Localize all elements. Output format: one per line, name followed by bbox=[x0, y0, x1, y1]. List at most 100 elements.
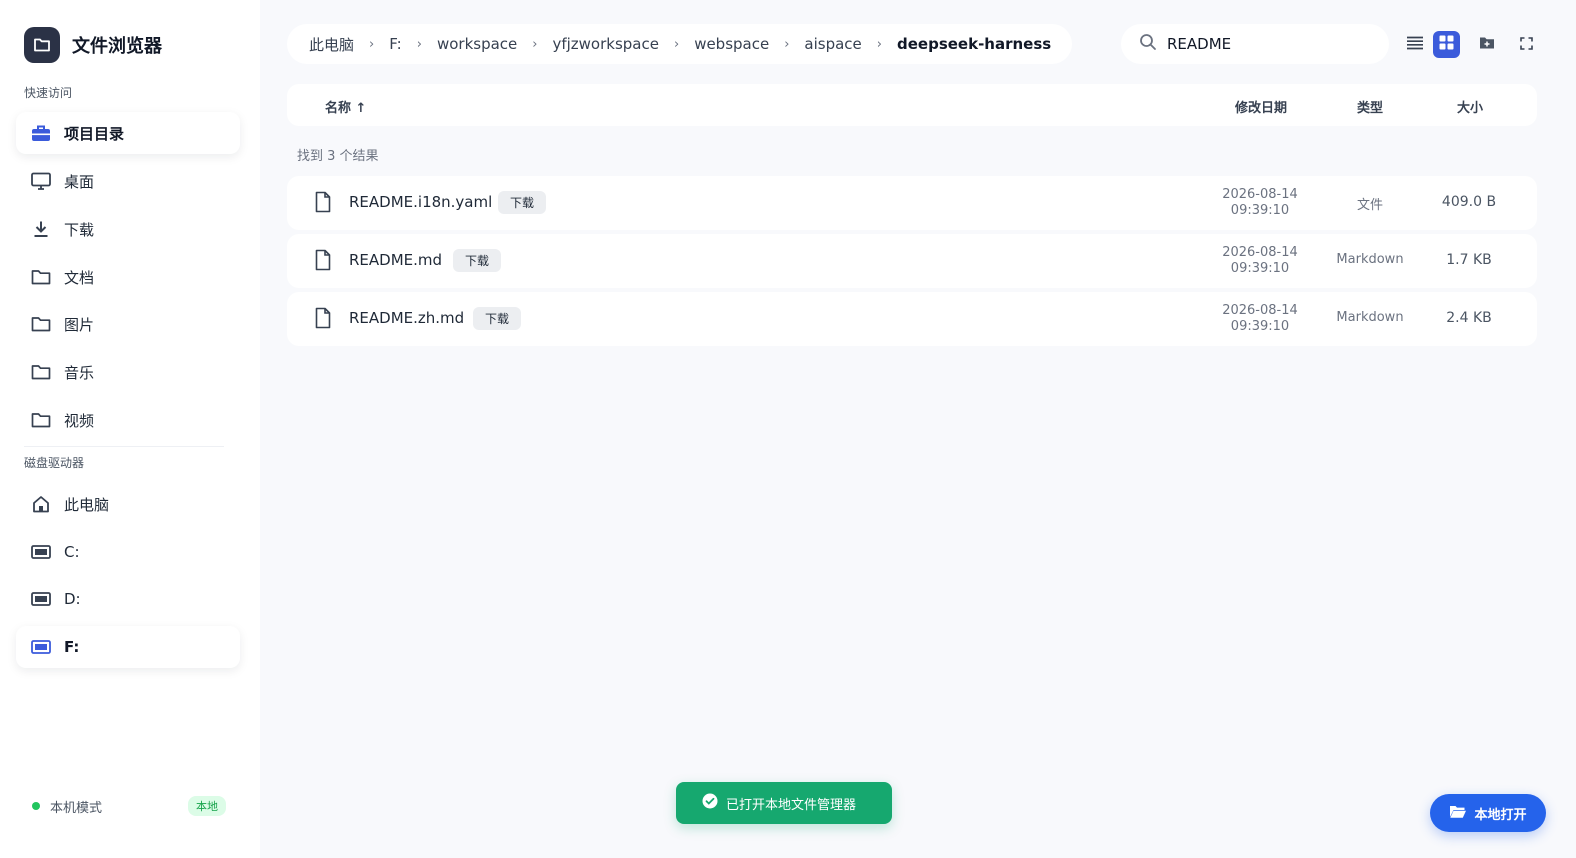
sidebar-item-label: D: bbox=[64, 590, 81, 608]
list-view-icon bbox=[1406, 35, 1424, 54]
file-row[interactable]: README.i18n.yaml 下载 2026-08-14 09:39:10 文… bbox=[287, 176, 1537, 230]
search-input[interactable] bbox=[1167, 35, 1367, 53]
file-modified-date: 2026-08-14 09:39:10 bbox=[1222, 187, 1298, 218]
file-size: 2.4 KB bbox=[1446, 310, 1492, 326]
sidebar-item-drive-f[interactable]: F: bbox=[16, 626, 240, 668]
local-mode-indicator: 本机模式 本地 bbox=[32, 796, 226, 816]
breadcrumb-item-workspace[interactable]: workspace bbox=[437, 35, 517, 53]
file-type: Markdown bbox=[1336, 310, 1404, 325]
breadcrumb-separator-icon: › bbox=[876, 36, 882, 52]
toast-message: 已打开本地文件管理器 bbox=[726, 797, 857, 813]
search-box bbox=[1121, 24, 1389, 64]
file-type: Markdown bbox=[1336, 252, 1404, 267]
breadcrumb-item-current[interactable]: deepseek-harness bbox=[897, 35, 1051, 53]
fullscreen-icon bbox=[1520, 35, 1533, 54]
breadcrumb-item-drive-f[interactable]: F: bbox=[389, 35, 402, 53]
breadcrumb-separator-icon: › bbox=[532, 36, 538, 52]
open-local-button[interactable]: 本地打开 bbox=[1430, 794, 1546, 832]
folder-icon bbox=[30, 361, 52, 383]
file-name: README.i18n.yaml bbox=[349, 193, 493, 211]
drives-label: 磁盘驱动器 bbox=[24, 456, 85, 470]
quick-access-label: 快速访问 bbox=[24, 86, 73, 100]
download-button[interactable]: 下载 bbox=[453, 249, 502, 272]
breadcrumb-item-webspace[interactable]: webspace bbox=[694, 35, 769, 53]
sidebar-item-project-directory[interactable]: 项目目录 bbox=[16, 112, 240, 154]
drive-icon bbox=[30, 636, 52, 658]
file-table-header: 名称 ↑ 修改日期 类型 大小 bbox=[287, 84, 1537, 126]
drive-icon bbox=[30, 588, 52, 610]
briefcase-icon bbox=[30, 122, 52, 144]
sidebar-item-label: 此电脑 bbox=[64, 495, 110, 514]
file-name: README.zh.md bbox=[349, 309, 465, 327]
grid-view-button[interactable] bbox=[1433, 31, 1460, 58]
sidebar-item-music[interactable]: 音乐 bbox=[16, 351, 240, 393]
file-size: 1.7 KB bbox=[1446, 252, 1492, 268]
breadcrumb: 此电脑 › F: › workspace › yfjzworkspace › w… bbox=[287, 24, 1072, 64]
sidebar-item-label: 下载 bbox=[64, 220, 95, 239]
mode-badge: 本地 bbox=[188, 796, 226, 816]
sidebar-item-downloads[interactable]: 下载 bbox=[16, 208, 240, 250]
download-button[interactable]: 下载 bbox=[473, 307, 522, 330]
file-size: 409.0 B bbox=[1441, 194, 1497, 210]
sidebar-item-label: 图片 bbox=[64, 315, 95, 334]
open-local-label: 本地打开 bbox=[1474, 807, 1527, 823]
file-name: README.md bbox=[349, 251, 443, 269]
folder-icon bbox=[30, 313, 52, 335]
file-modified-date: 2026-08-14 09:39:10 bbox=[1222, 303, 1298, 334]
sidebar-item-label: 桌面 bbox=[64, 172, 95, 191]
file-icon bbox=[315, 249, 331, 275]
list-view-button[interactable] bbox=[1401, 31, 1428, 58]
grid-view-icon bbox=[1439, 35, 1454, 54]
column-header-name[interactable]: 名称 ↑ bbox=[325, 97, 366, 116]
mode-label: 本机模式 bbox=[50, 800, 103, 816]
breadcrumb-item-aispace[interactable]: aispace bbox=[804, 35, 861, 53]
sidebar-item-drive-d[interactable]: D: bbox=[16, 578, 240, 620]
sidebar-item-label: C: bbox=[64, 543, 80, 561]
sidebar-item-pictures[interactable]: 图片 bbox=[16, 303, 240, 345]
sidebar-item-desktop[interactable]: 桌面 bbox=[16, 160, 240, 202]
sidebar-item-this-pc[interactable]: 此电脑 bbox=[16, 483, 240, 525]
toast-notification: 已打开本地文件管理器 bbox=[676, 782, 892, 824]
file-icon bbox=[315, 307, 331, 333]
sidebar-item-label: 视频 bbox=[64, 411, 95, 430]
breadcrumb-separator-icon: › bbox=[416, 36, 422, 52]
breadcrumb-separator-icon: › bbox=[784, 36, 790, 52]
sidebar-item-documents[interactable]: 文档 bbox=[16, 256, 240, 298]
file-icon bbox=[315, 191, 331, 217]
download-button[interactable]: 下载 bbox=[498, 191, 547, 214]
fullscreen-button[interactable] bbox=[1513, 31, 1540, 58]
app-title: 文件浏览器 bbox=[72, 36, 162, 57]
sidebar: 文件浏览器 快速访问 项目目录 桌面 下载 文档 图片 音乐 视频 磁盘驱动器 … bbox=[0, 0, 260, 858]
column-header-date[interactable]: 修改日期 bbox=[1235, 97, 1287, 116]
drive-icon bbox=[30, 541, 52, 563]
file-modified-date: 2026-08-14 09:39:10 bbox=[1222, 245, 1298, 276]
sidebar-item-label: 项目目录 bbox=[64, 124, 125, 143]
breadcrumb-item-this-pc[interactable]: 此电脑 bbox=[309, 34, 354, 55]
column-header-size[interactable]: 大小 bbox=[1457, 97, 1483, 116]
sidebar-item-label: 文档 bbox=[64, 268, 95, 287]
app-brand: 文件浏览器 bbox=[24, 27, 162, 63]
new-folder-button[interactable] bbox=[1473, 31, 1500, 58]
sidebar-item-label: F: bbox=[64, 638, 80, 656]
file-row[interactable]: README.md 下载 2026-08-14 09:39:10 Markdown… bbox=[287, 234, 1537, 288]
file-row[interactable]: README.zh.md 下载 2026-08-14 09:39:10 Markd… bbox=[287, 292, 1537, 346]
download-icon bbox=[30, 218, 52, 240]
sidebar-item-drive-c[interactable]: C: bbox=[16, 531, 240, 573]
sidebar-item-videos[interactable]: 视频 bbox=[16, 399, 240, 441]
home-icon bbox=[30, 493, 52, 515]
breadcrumb-separator-icon: › bbox=[673, 36, 680, 52]
folder-icon bbox=[30, 266, 52, 288]
new-folder-icon bbox=[1479, 35, 1495, 54]
app-logo-icon bbox=[24, 27, 60, 63]
sidebar-item-label: 音乐 bbox=[64, 363, 95, 382]
column-header-type[interactable]: 类型 bbox=[1357, 97, 1383, 116]
breadcrumb-item-yfjzworkspace[interactable]: yfjzworkspace bbox=[552, 35, 659, 53]
check-circle-icon bbox=[702, 793, 718, 813]
folder-open-icon bbox=[1449, 804, 1467, 823]
search-result-count: 找到 3 个结果 bbox=[297, 149, 379, 164]
status-dot bbox=[32, 802, 40, 810]
search-icon bbox=[1139, 33, 1157, 55]
monitor-icon bbox=[30, 170, 52, 192]
folder-icon bbox=[30, 409, 52, 431]
breadcrumb-separator-icon: › bbox=[369, 36, 375, 52]
